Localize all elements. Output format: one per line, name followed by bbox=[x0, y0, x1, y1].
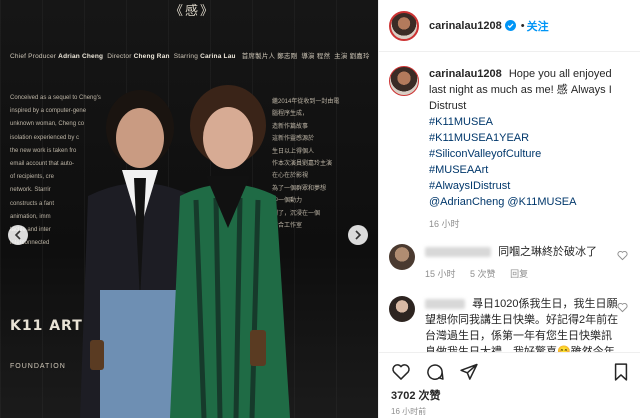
reply-button[interactable]: 回复 bbox=[510, 269, 528, 279]
hashtag-link[interactable]: #K11MUSEA bbox=[429, 114, 630, 130]
mention-links[interactable]: @AdrianCheng @K11MUSEA bbox=[429, 196, 576, 208]
post-sidebar: carinalau1208 • 关注 carinalau1208 Hope yo… bbox=[378, 0, 640, 418]
comment-meta: 15 小时 5 次赞 回复 bbox=[425, 266, 620, 282]
right-person bbox=[170, 85, 290, 418]
commenter-avatar[interactable] bbox=[389, 296, 415, 322]
caption-author-avatar[interactable] bbox=[389, 66, 419, 96]
caption-timestamp: 16 小时 bbox=[429, 219, 460, 229]
bookmark-icon[interactable] bbox=[611, 362, 631, 382]
k11-logo-subtitle: FOUNDATION bbox=[10, 363, 66, 370]
redacted-username bbox=[425, 299, 465, 310]
comment-item: 同嗰之琳終於破冰了 15 小时 5 次赞 回复 bbox=[379, 244, 640, 282]
comment-likes[interactable]: 5 次赞 bbox=[470, 269, 496, 279]
author-avatar[interactable] bbox=[389, 10, 419, 41]
post-header: carinalau1208 • 关注 bbox=[379, 0, 640, 52]
action-icons bbox=[379, 353, 640, 383]
separator-dot: • bbox=[520, 19, 525, 32]
post-photo[interactable]: 《感》 Chief Producer Adrian Cheng Director… bbox=[0, 0, 378, 418]
comment-time: 15 小时 bbox=[425, 269, 456, 279]
post-caption: carinalau1208 Hope you all enjoyed last … bbox=[379, 52, 640, 232]
redacted-username bbox=[425, 247, 491, 258]
chevron-left-icon bbox=[14, 230, 21, 240]
chevron-right-icon bbox=[355, 230, 362, 240]
hashtag-link[interactable]: #AlwaysIDistrust bbox=[429, 178, 630, 194]
comment-text: 同嗰之琳終於破冰了 bbox=[498, 246, 598, 258]
hashtag-link[interactable]: #K11MUSEA1YEAR bbox=[429, 130, 630, 146]
author-username[interactable]: carinalau1208 bbox=[429, 20, 502, 32]
next-photo-button[interactable] bbox=[348, 225, 368, 245]
post-actions-bar: 3702 次赞 16 小时前 bbox=[379, 352, 640, 418]
verified-badge-icon bbox=[504, 20, 516, 31]
caption-username[interactable]: carinalau1208 bbox=[429, 68, 502, 80]
hashtag-link[interactable]: #SiliconValleyofCulture bbox=[429, 146, 630, 162]
caption-body: carinalau1208 Hope you all enjoyed last … bbox=[429, 66, 630, 232]
like-comment-heart-icon[interactable] bbox=[617, 250, 628, 261]
post-timestamp: 16 小时前 bbox=[391, 407, 427, 416]
k11-logo: K11 ART bbox=[10, 318, 83, 334]
comment-icon[interactable] bbox=[425, 362, 445, 382]
instagram-post-view: 《感》 Chief Producer Adrian Cheng Director… bbox=[0, 0, 640, 418]
follow-button[interactable]: 关注 bbox=[527, 18, 549, 34]
photo-subjects bbox=[80, 85, 290, 418]
previous-photo-button[interactable] bbox=[8, 225, 28, 245]
like-comment-heart-icon[interactable] bbox=[617, 302, 628, 313]
share-icon[interactable] bbox=[459, 362, 479, 382]
commenter-avatar[interactable] bbox=[389, 244, 415, 270]
likes-count[interactable]: 3702 次赞 bbox=[379, 383, 640, 403]
heart-icon[interactable] bbox=[391, 362, 411, 382]
hashtag-link[interactable]: #MUSEAArt bbox=[429, 162, 630, 178]
comment-body: 同嗰之琳終於破冰了 15 小时 5 次赞 回复 bbox=[425, 244, 620, 282]
